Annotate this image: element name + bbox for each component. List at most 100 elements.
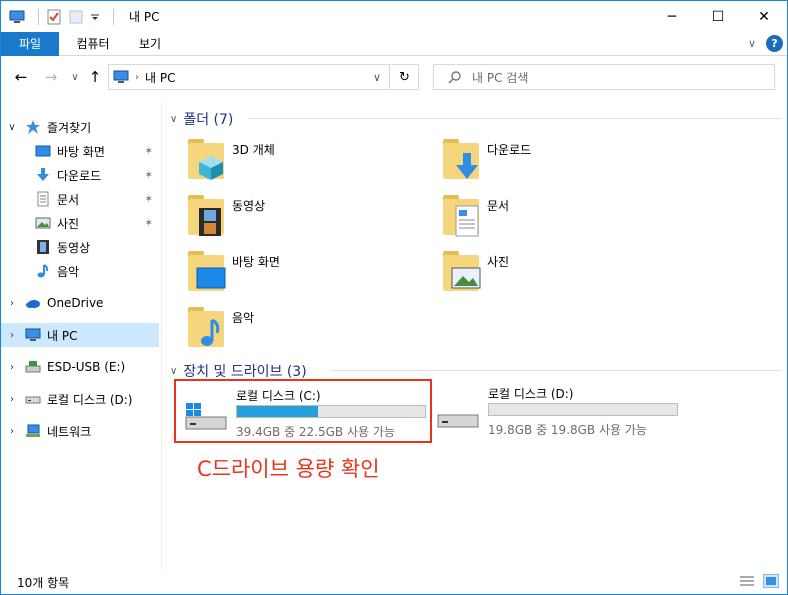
group-header-drives[interactable]: ∨ 장치 및 드라이브 (3) bbox=[170, 361, 782, 381]
hard-drive-icon bbox=[25, 391, 41, 407]
breadcrumb-separator-icon[interactable]: › bbox=[135, 72, 139, 83]
tab-computer[interactable]: 컴퓨터 bbox=[63, 32, 123, 56]
address-bar[interactable]: › 내 PC ∨ bbox=[108, 64, 390, 90]
chevron-down-icon[interactable]: ∨ bbox=[170, 366, 177, 377]
group-divider bbox=[330, 370, 782, 371]
drive-usage-bar bbox=[488, 403, 678, 416]
chevron-right-icon[interactable]: › bbox=[5, 426, 19, 437]
navigation-pane: ∨ 즐겨찾기 바탕 화면 ✶ 다운로드 ✶ 문서 ✶ 사진 ✶ 동영상 음악 ›… bbox=[1, 109, 161, 569]
folder-videos[interactable]: 동영상 bbox=[186, 193, 436, 245]
folder-desktop[interactable]: 바탕 화면 bbox=[186, 249, 436, 301]
cloud-icon bbox=[25, 295, 41, 311]
hard-drive-icon bbox=[436, 401, 480, 431]
star-icon bbox=[25, 119, 41, 135]
folder-name: 문서 bbox=[487, 199, 510, 213]
ribbon-controls: ∨ ? bbox=[748, 35, 783, 52]
window-title: 내 PC bbox=[129, 10, 160, 24]
details-view-icon[interactable] bbox=[739, 574, 755, 588]
tab-view[interactable]: 보기 bbox=[129, 32, 171, 56]
customize-dropdown-icon[interactable] bbox=[90, 9, 100, 25]
desktop-icon bbox=[35, 143, 51, 159]
nav-item-desktop[interactable]: 바탕 화면 ✶ bbox=[1, 139, 159, 163]
folder-3d-objects[interactable]: 3D 개체 bbox=[186, 137, 436, 189]
music-folder-icon bbox=[186, 305, 226, 349]
drive-free-space: 39.4GB 중 22.5GB 사용 가능 bbox=[236, 425, 395, 439]
nav-label: 네트워크 bbox=[47, 424, 92, 439]
search-input[interactable]: 내 PC 검색 bbox=[433, 64, 775, 90]
toolbar-divider bbox=[113, 8, 114, 25]
documents-folder-icon bbox=[441, 193, 481, 237]
maximize-button[interactable]: ☐ bbox=[695, 1, 741, 32]
tab-file[interactable]: 파일 bbox=[1, 32, 59, 56]
folder-documents[interactable]: 문서 bbox=[441, 193, 691, 245]
pin-icon[interactable]: ✶ bbox=[145, 170, 153, 181]
back-arrow-icon[interactable]: ← bbox=[11, 67, 31, 87]
new-folder-icon[interactable] bbox=[68, 9, 84, 25]
film-icon bbox=[35, 239, 51, 255]
computer-icon[interactable] bbox=[9, 9, 25, 25]
ribbon-tabs: 파일 컴퓨터 보기 ∨ ? bbox=[1, 32, 787, 56]
chevron-right-icon[interactable]: › bbox=[5, 298, 19, 309]
refresh-icon: ↻ bbox=[399, 69, 410, 85]
pin-icon[interactable]: ✶ bbox=[145, 218, 153, 229]
chevron-right-icon[interactable]: › bbox=[5, 362, 19, 373]
pin-icon[interactable]: ✶ bbox=[145, 146, 153, 157]
nav-item-esd-usb[interactable]: › ESD-USB (E:) bbox=[1, 355, 159, 379]
nav-label: 음악 bbox=[57, 264, 80, 279]
nav-item-documents[interactable]: 문서 ✶ bbox=[1, 187, 159, 211]
expand-ribbon-icon[interactable]: ∨ bbox=[748, 37, 756, 50]
folder-pictures[interactable]: 사진 bbox=[441, 249, 691, 301]
search-placeholder: 내 PC 검색 bbox=[472, 70, 529, 85]
status-bar: 10개 항목 bbox=[1, 571, 787, 594]
refresh-button[interactable]: ↻ bbox=[391, 64, 419, 90]
group-title: 장치 및 드라이브 (3) bbox=[183, 364, 307, 380]
windows-drive-icon bbox=[184, 403, 228, 433]
usb-drive-icon bbox=[25, 359, 41, 375]
address-dropdown-icon[interactable]: ∨ bbox=[373, 71, 381, 84]
nav-label: 내 PC bbox=[47, 328, 78, 343]
computer-icon bbox=[25, 327, 41, 343]
properties-icon[interactable] bbox=[46, 9, 62, 25]
picture-icon bbox=[35, 215, 51, 231]
nav-item-onedrive[interactable]: › OneDrive bbox=[1, 291, 159, 315]
drive-d[interactable]: 로컬 디스크 (D:) 19.8GB 중 19.8GB 사용 가능 bbox=[428, 379, 686, 443]
minimize-button[interactable]: ─ bbox=[649, 1, 695, 32]
nav-item-local-disk-d[interactable]: › 로컬 디스크 (D:) bbox=[1, 387, 159, 411]
music-note-icon bbox=[35, 263, 51, 279]
drive-c[interactable]: 로컬 디스크 (C:) 39.4GB 중 22.5GB 사용 가능 bbox=[174, 379, 432, 443]
downloads-folder-icon bbox=[441, 137, 481, 181]
nav-item-this-pc[interactable]: › 내 PC bbox=[1, 323, 159, 347]
help-icon[interactable]: ? bbox=[766, 35, 783, 52]
nav-item-music[interactable]: 음악 bbox=[1, 259, 159, 283]
nav-label: ESD-USB (E:) bbox=[47, 360, 126, 374]
chevron-down-icon[interactable]: ∨ bbox=[5, 122, 19, 133]
chevron-down-icon[interactable]: ∨ bbox=[170, 114, 177, 125]
nav-item-pictures[interactable]: 사진 ✶ bbox=[1, 211, 159, 235]
drive-usage-fill bbox=[237, 406, 318, 417]
drive-name: 로컬 디스크 (D:) bbox=[488, 387, 574, 401]
forward-arrow-icon[interactable]: → bbox=[41, 67, 61, 87]
folder-name: 3D 개체 bbox=[232, 143, 275, 157]
folder-music[interactable]: 음악 bbox=[186, 305, 436, 357]
pin-icon[interactable]: ✶ bbox=[145, 194, 153, 205]
folder-downloads[interactable]: 다운로드 bbox=[441, 137, 691, 189]
3d-objects-icon bbox=[186, 137, 226, 181]
nav-item-quick-access[interactable]: ∨ 즐겨찾기 bbox=[1, 115, 159, 139]
nav-item-network[interactable]: › 네트워크 bbox=[1, 419, 159, 443]
download-icon bbox=[35, 167, 51, 183]
chevron-right-icon[interactable]: › bbox=[5, 394, 19, 405]
group-header-folders[interactable]: ∨ 폴더 (7) bbox=[170, 109, 782, 129]
videos-folder-icon bbox=[186, 193, 226, 237]
annotation-text: C드라이브 용량 확인 bbox=[197, 457, 380, 481]
breadcrumb[interactable]: 내 PC bbox=[145, 69, 175, 86]
up-arrow-icon[interactable]: ↑ bbox=[85, 67, 105, 87]
nav-item-videos[interactable]: 동영상 bbox=[1, 235, 159, 259]
close-button[interactable]: ✕ bbox=[741, 1, 787, 32]
nav-item-downloads[interactable]: 다운로드 ✶ bbox=[1, 163, 159, 187]
recent-locations-chevron-icon[interactable]: ∨ bbox=[65, 67, 85, 87]
large-icons-view-icon[interactable] bbox=[762, 573, 780, 589]
chevron-right-icon[interactable]: › bbox=[5, 330, 19, 341]
quick-access-toolbar bbox=[9, 8, 121, 25]
window-controls: ─ ☐ ✕ bbox=[649, 1, 787, 32]
pictures-folder-icon bbox=[441, 249, 481, 293]
